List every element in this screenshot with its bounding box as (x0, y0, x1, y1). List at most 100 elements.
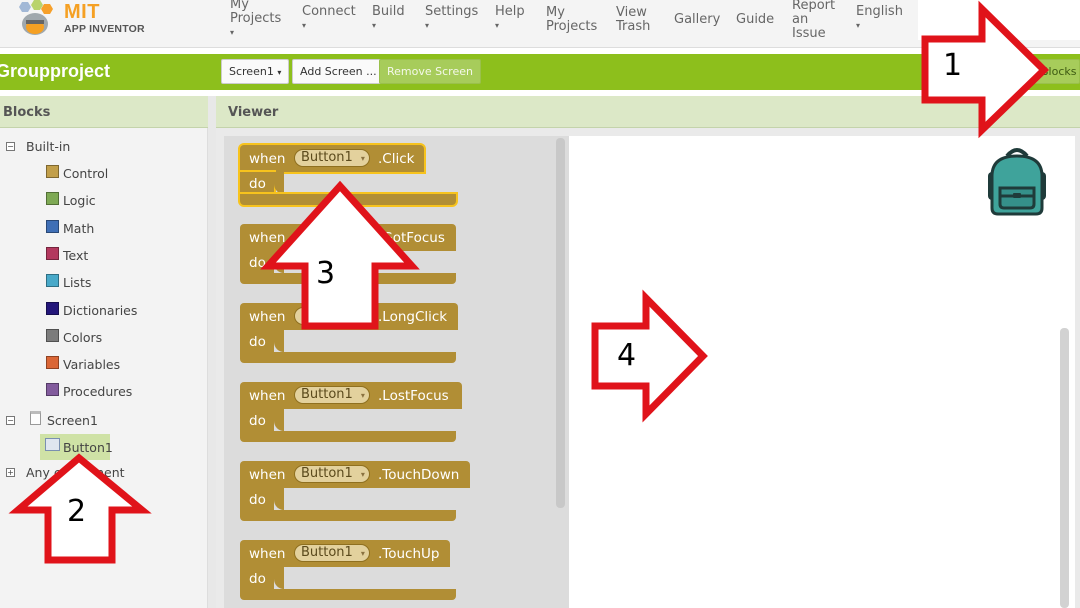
app-inventor-logo-icon (19, 0, 53, 35)
category-math[interactable]: Math (63, 221, 94, 236)
chevron-down-icon: ▾ (230, 28, 235, 37)
category-color-swatch (46, 165, 59, 178)
event-block[interactable]: when Button1 ▾ .LostFocus do (240, 382, 462, 444)
event-block-notch (274, 488, 284, 510)
project-title: Groupproject (0, 61, 111, 81)
event-block-footer (240, 589, 456, 600)
nav-label: My Projects (230, 0, 282, 26)
event-block-footer (240, 510, 456, 521)
category-color-swatch (46, 192, 59, 206)
component-dropdown[interactable]: Button1 ▾ (294, 386, 370, 404)
event-block-footer (240, 431, 456, 442)
event-block-do-label: do (249, 571, 266, 587)
component-dropdown[interactable]: Button1 ▾ (294, 465, 370, 483)
callout-arrow-3 (260, 180, 420, 330)
callout-number-2: 2 (67, 494, 87, 529)
event-block-footer (240, 352, 456, 363)
chevron-down-icon: ▾ (302, 21, 307, 30)
screen-icon (30, 411, 41, 425)
category-colors[interactable]: Colors (63, 330, 102, 345)
screen-select-dropdown[interactable]: Screen1 ▾ (221, 59, 290, 84)
callout-number-3: 3 (316, 256, 336, 291)
category-procedures[interactable]: Procedures (63, 384, 132, 399)
event-name-label: .TouchUp (378, 546, 440, 562)
chevron-down-icon: ▾ (495, 21, 500, 30)
nav-build-menu[interactable]: Build ▾ (372, 5, 405, 31)
flyout-scrollbar[interactable] (556, 138, 565, 508)
nav-language-menu[interactable]: English ▾ (856, 5, 903, 31)
nav-report-issue-link[interactable]: Report an Issue (792, 0, 835, 41)
add-screen-button[interactable]: Add Screen ... (292, 59, 385, 84)
chevron-down-icon: ▾ (360, 391, 365, 400)
component-name: Button1 (301, 466, 353, 481)
chevron-down-icon: ▾ (372, 21, 377, 30)
callout-number-1: 1 (943, 48, 963, 83)
callout-arrow-1 (921, 0, 1050, 139)
category-lists[interactable]: Lists (63, 275, 91, 290)
event-block-do-label: do (249, 334, 266, 350)
event-block-do-label: do (249, 492, 266, 508)
component-name: Button1 (301, 387, 353, 402)
tree-button1-label: Button1 (63, 440, 113, 455)
chevron-down-icon: ▾ (425, 21, 430, 30)
nav-label: English (856, 4, 903, 19)
event-name-label: .TouchDown (378, 467, 460, 483)
event-block-when-label: when (249, 151, 286, 167)
component-dropdown[interactable]: Button1 ▾ (294, 149, 370, 167)
nav-gallery-link[interactable]: Gallery (674, 13, 720, 27)
category-color-swatch (46, 246, 59, 260)
category-control[interactable]: Control (63, 166, 108, 181)
collapse-screen1-toggle[interactable]: − (6, 416, 15, 425)
tree-builtin-label: Built-in (26, 139, 71, 154)
category-dictionaries[interactable]: Dictionaries (63, 303, 137, 318)
collapse-builtin-toggle[interactable]: − (6, 142, 15, 151)
app-inventor-logo[interactable]: MIT APP INVENTOR (14, 0, 154, 40)
category-logic[interactable]: Logic (63, 193, 96, 208)
event-block-do-label: do (249, 413, 266, 429)
panel-divider (208, 96, 216, 608)
nav-label: Help (495, 4, 525, 19)
canvas-scrollbar[interactable] (1060, 328, 1069, 608)
event-block[interactable]: when Button1 ▾ .TouchUp do (240, 540, 456, 602)
nav-label: Settings (425, 4, 479, 19)
event-block-notch (274, 409, 284, 431)
nav-my-projects-menu[interactable]: My Projects ▾ (230, 0, 281, 38)
event-block-when-label: when (249, 546, 286, 562)
chevron-down-icon: ▾ (360, 154, 365, 163)
event-name-label: .LostFocus (378, 388, 449, 404)
tree-screen1-label[interactable]: Screen1 (47, 413, 98, 428)
component-name: Button1 (301, 150, 353, 165)
backpack-icon[interactable] (982, 146, 1052, 218)
category-color-swatch (46, 274, 59, 288)
category-color-swatch (46, 301, 59, 315)
viewer-title: Viewer (228, 105, 279, 120)
nav-my-projects-link[interactable]: My Projects (546, 6, 597, 34)
event-block-notch (274, 330, 284, 352)
nav-view-trash-link[interactable]: View Trash (616, 6, 650, 34)
event-block[interactable]: when Button1 ▾ .TouchDown do (240, 461, 470, 523)
event-block-notch (274, 567, 284, 589)
category-color-swatch (46, 383, 59, 397)
event-block-when-label: when (249, 467, 286, 483)
nav-label: Build (372, 4, 405, 19)
nav-help-menu[interactable]: Help ▾ (495, 5, 525, 31)
remove-screen-button[interactable]: Remove Screen (379, 59, 481, 84)
event-block-when-label: when (249, 388, 286, 404)
category-color-swatch (46, 356, 59, 370)
button-component-icon (45, 438, 60, 451)
screen-select-value: Screen1 (229, 65, 274, 78)
project-toolbar (0, 54, 1080, 90)
nav-label: Connect (302, 4, 356, 19)
component-name: Button1 (301, 545, 353, 560)
chevron-down-icon: ▾ (360, 470, 365, 479)
nav-guide-link[interactable]: Guide (736, 13, 774, 27)
category-text[interactable]: Text (63, 248, 88, 263)
nav-connect-menu[interactable]: Connect ▾ (302, 5, 356, 31)
callout-arrow-4 (591, 289, 708, 423)
event-name-label: .Click (378, 151, 415, 167)
category-color-swatch (46, 219, 59, 233)
callout-number-4: 4 (617, 338, 637, 373)
nav-settings-menu[interactable]: Settings ▾ (425, 5, 478, 31)
category-variables[interactable]: Variables (63, 357, 120, 372)
component-dropdown[interactable]: Button1 ▾ (294, 544, 370, 562)
